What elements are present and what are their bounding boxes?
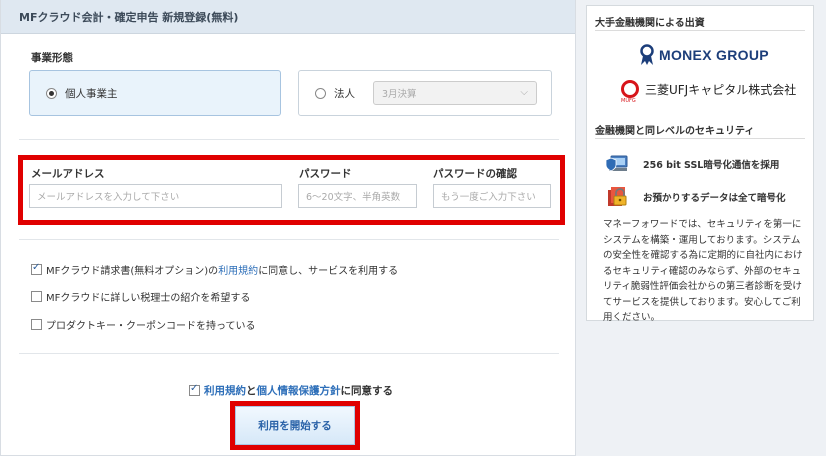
password-confirm-field[interactable]: もう一度ご入力下さい <box>433 184 551 208</box>
chevron-down-icon: ⌵ <box>520 87 528 98</box>
corporate-option[interactable]: 法人 3月決算 ⌵ <box>298 70 552 116</box>
product-key-option-row[interactable]: プロダクトキー・クーポンコードを持っている <box>31 317 256 332</box>
encryption-text: お預かりするデータは全て暗号化 <box>643 193 786 204</box>
invoice-terms-link[interactable]: 利用規約 <box>218 262 258 277</box>
monex-name: MONEX GROUP <box>659 47 769 63</box>
product-key-text: プロダクトキー・クーポンコードを持っている <box>46 321 256 332</box>
invoice-text-post: に同意し、サービスを利用する <box>258 266 399 277</box>
individual-label: 個人事業主 <box>65 87 118 100</box>
agreement-and: と <box>246 385 257 397</box>
page-title: MFクラウド会計・確定申告 新規登録(無料) <box>1 0 575 34</box>
monex-mark-icon <box>640 44 654 65</box>
sidebar: 大手金融機関による出資 MONEX GROUP 三菱UFJキャピタル株式会社 M… <box>586 5 814 323</box>
divider <box>19 353 559 354</box>
accountant-text: MFクラウドに詳しい税理士の紹介を希望する <box>46 293 251 304</box>
individual-radio[interactable] <box>46 87 57 99</box>
password-field[interactable]: 6〜20文字、半角英数 <box>298 184 417 208</box>
email-field[interactable]: メールアドレスを入力して下さい <box>29 184 282 208</box>
divider <box>595 30 805 31</box>
encrypted-data-icon <box>608 187 627 206</box>
mufg-name: 三菱UFJキャピタル株式会社 <box>645 82 797 97</box>
registration-panel: MFクラウド会計・確定申告 新規登録(無料) 事業形態 個人事業主 法人 3月決… <box>0 0 576 456</box>
invoice-text-pre: MFクラウド請求書(無料オプション)の <box>46 266 219 277</box>
invoice-checkbox[interactable] <box>31 262 42 275</box>
corporate-radio[interactable] <box>315 87 326 99</box>
divider <box>595 138 805 139</box>
accountant-checkbox[interactable] <box>31 291 42 302</box>
security-description: マネーフォワードでは、セキュリティを第一にシステムを構築・運用しております。シス… <box>603 219 803 323</box>
investors-title: 大手金融機関による出資 <box>595 18 705 29</box>
email-label: メールアドレス <box>31 168 105 180</box>
ssl-shield-icon <box>605 155 628 172</box>
encryption-feature: お預かりするデータは全て暗号化 <box>605 187 786 207</box>
security-title: 金融機関と同レベルのセキュリティ <box>595 126 755 137</box>
password-label: パスワード <box>299 168 352 180</box>
start-button[interactable]: 利用を開始する <box>235 406 355 445</box>
agreement-checkbox[interactable] <box>189 383 200 396</box>
terms-link[interactable]: 利用規約 <box>204 383 246 398</box>
accountant-option-row[interactable]: MFクラウドに詳しい税理士の紹介を希望する <box>31 289 250 304</box>
agreement-row[interactable]: 利用規約 と 個人情報保護方針 に同意する <box>189 383 393 398</box>
mufg-logo: 三菱UFJキャピタル株式会社 <box>621 80 796 98</box>
business-type-label: 事業形態 <box>31 52 73 64</box>
privacy-policy-link[interactable]: 個人情報保護方針 <box>257 383 341 398</box>
corporate-label: 法人 <box>334 87 355 100</box>
agreement-suffix: に同意する <box>340 385 394 397</box>
ssl-text: 256 bit SSL暗号化通信を採用 <box>643 160 780 171</box>
monex-logo: MONEX GROUP <box>639 44 769 66</box>
ssl-feature: 256 bit SSL暗号化通信を採用 <box>605 154 779 174</box>
password-confirm-label: パスワードの確認 <box>433 168 517 180</box>
invoice-option-row[interactable]: MFクラウド請求書(無料オプション)の 利用規約 に同意し、サービスを利用する <box>31 262 398 277</box>
fiscal-month-select[interactable]: 3月決算 ⌵ <box>373 81 537 105</box>
mufg-mark-text: MUFG <box>621 98 636 104</box>
fiscal-month-value: 3月決算 <box>382 89 417 100</box>
divider <box>19 139 559 140</box>
individual-option[interactable]: 個人事業主 <box>29 70 281 116</box>
mufg-mark-icon <box>621 80 639 98</box>
divider <box>19 239 559 240</box>
product-key-checkbox[interactable] <box>31 319 42 330</box>
submit-highlight: 利用を開始する <box>230 401 360 450</box>
